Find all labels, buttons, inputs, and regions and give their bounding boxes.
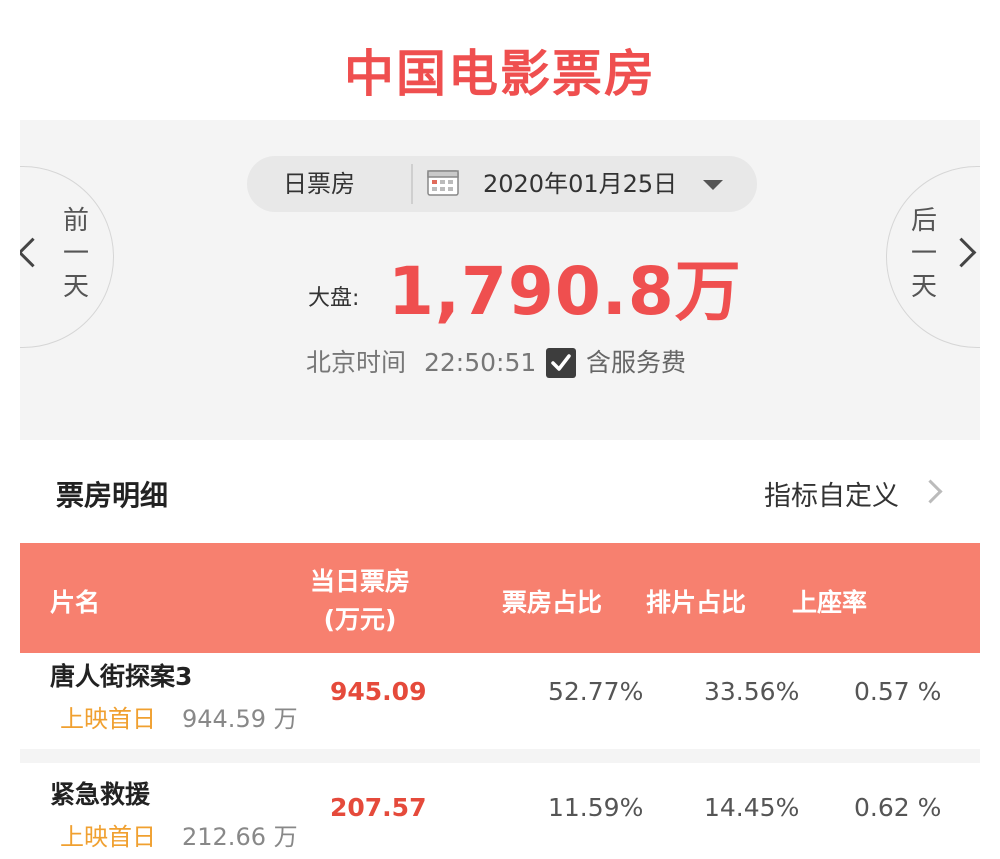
header-name[interactable]: 片名 [50,583,100,619]
summary-panel: 前一天 后一天 日票房 2020年01月25日 大盘: 1,790.8万 北京时… [20,120,980,440]
total-box-office: 1,790.8万 [388,253,742,330]
page-title: 中国电影票房 [344,45,656,103]
gross-share: 52.77% [548,677,644,706]
table-row[interactable]: 紧急救援 上映首日 212.66 万 207.57 11.59% 14.45% … [20,763,980,859]
release-tag: 上映首日 [60,823,156,851]
customize-metrics-link[interactable]: 指标自定义 [764,474,899,513]
date-selector[interactable]: 日票房 2020年01月25日 [247,156,757,212]
service-fee-checkbox[interactable] [546,348,576,378]
time-value: 22:50:51 [424,348,537,377]
section-title: 票房明细 [56,479,169,512]
header-gross-line2: (万元) [323,605,397,634]
table-header: 片名 当日票房 (万元) 票房占比 排片占比 上座率 [20,543,980,653]
box-office-type[interactable]: 日票房 [283,156,355,212]
chevron-left-icon [20,237,48,268]
daily-gross: 207.57 [330,793,427,822]
release-tag: 上映首日 [60,705,156,733]
prev-day-button[interactable]: 前一天 [20,166,114,348]
gross-share: 11.59% [548,793,644,822]
row-divider [20,749,980,763]
time-label: 北京时间 [306,348,407,377]
showtime-share: 14.45% [704,793,800,822]
header-share[interactable]: 票房占比 [502,583,602,619]
next-day-label: 后一天 [910,206,937,302]
chevron-right-icon[interactable] [918,479,943,504]
release-gross: 944.59 万 [182,705,298,733]
prev-day-label: 前一天 [62,206,89,302]
total-label: 大盘: [308,286,360,311]
chevron-right-icon [946,237,977,268]
calendar-icon [427,170,459,196]
header-gross[interactable]: 当日票房 (万元) [310,563,410,639]
daily-gross: 945.09 [330,677,427,706]
seat-rate: 0.62 % [854,793,942,822]
header-showtime[interactable]: 排片占比 [646,583,746,619]
movie-name: 紧急救援 [50,780,151,809]
release-gross: 212.66 万 [182,823,298,851]
table-row[interactable]: 唐人街探案3 上映首日 944.59 万 945.09 52.77% 33.56… [20,653,980,749]
header-seat[interactable]: 上座率 [792,583,867,619]
seat-rate: 0.57 % [854,677,942,706]
header-gross-line1: 当日票房 [310,567,411,596]
next-day-button[interactable]: 后一天 [886,166,980,348]
caret-down-icon [703,180,723,190]
movie-name: 唐人街探案3 [50,662,193,691]
divider [411,164,413,204]
showtime-share: 33.56% [704,677,800,706]
service-fee-label: 含服务费 [586,348,687,377]
date-value: 2020年01月25日 [483,170,678,198]
